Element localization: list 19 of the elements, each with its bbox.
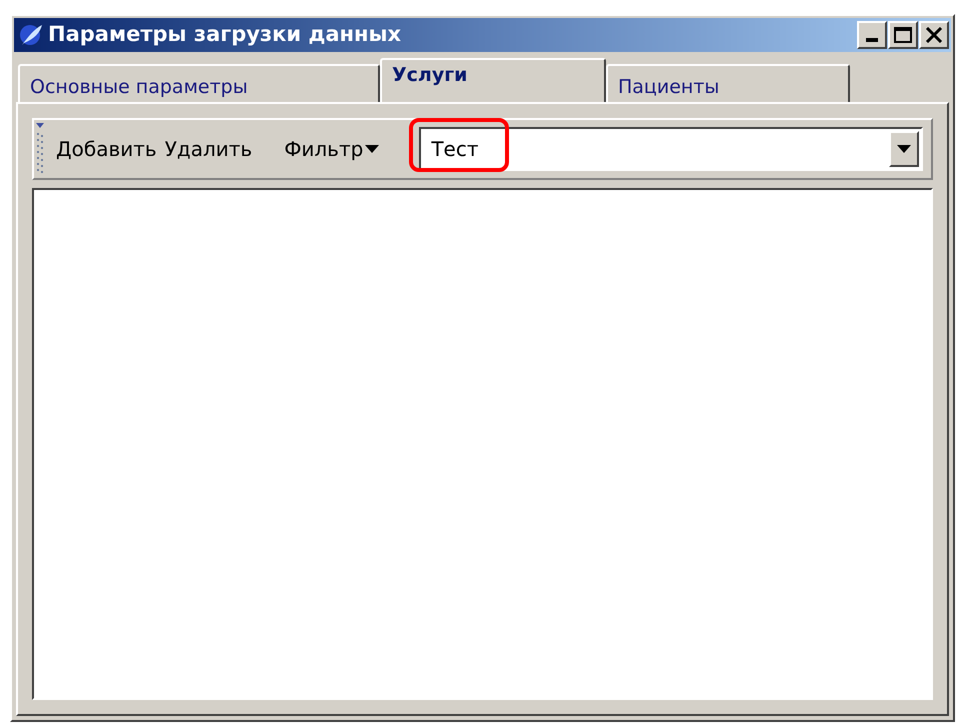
feather-icon (18, 23, 44, 47)
close-icon (925, 27, 943, 43)
filter-dropdown-button[interactable]: Фильтр (280, 134, 384, 164)
maximize-button[interactable] (888, 21, 918, 49)
caret-icon (897, 145, 911, 153)
window-title: Параметры загрузки данных (48, 21, 402, 48)
dropdown-button[interactable] (889, 131, 919, 167)
minimize-icon (866, 38, 878, 42)
combo-box[interactable]: Тест (419, 127, 923, 171)
minimize-button[interactable] (857, 21, 887, 49)
toolbar-button[interactable]: Удалить (160, 134, 256, 164)
tab[interactable]: Услуги (380, 58, 606, 102)
maximize-icon (894, 27, 912, 43)
tab[interactable]: Пациенты (606, 64, 850, 102)
toolbar-button[interactable]: Добавить (52, 134, 161, 164)
combo-value: Тест (430, 136, 478, 163)
tab[interactable]: Основные параметры (18, 64, 380, 102)
caret-icon (365, 145, 380, 153)
close-button[interactable] (919, 21, 949, 49)
